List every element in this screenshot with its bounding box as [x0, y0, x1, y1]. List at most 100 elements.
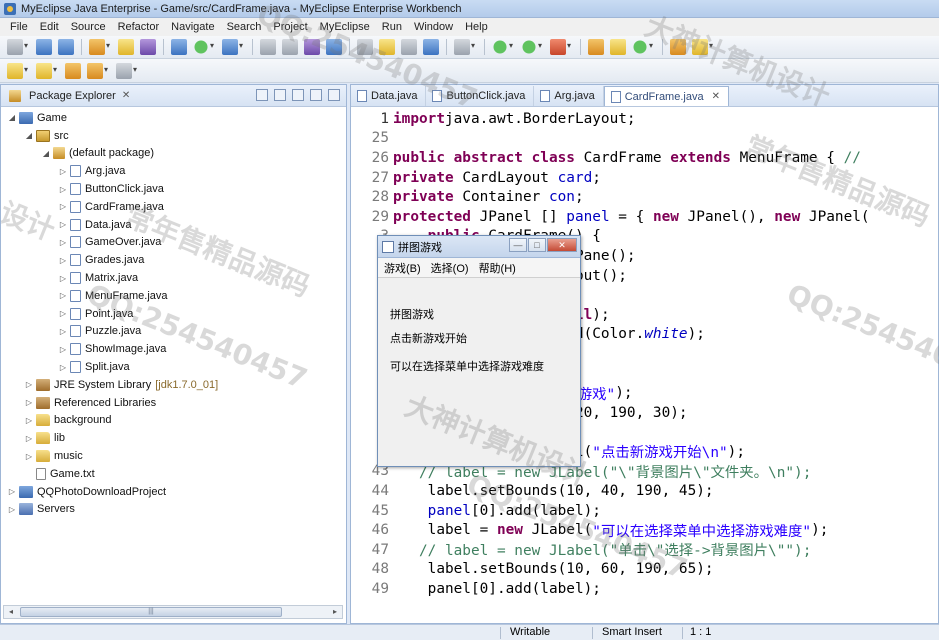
- tree-item[interactable]: Game.txt: [1, 465, 346, 483]
- tree-item[interactable]: ▷ Data.java: [1, 216, 346, 234]
- collapsed-arrow-icon[interactable]: ▷: [58, 238, 68, 247]
- tree-item[interactable]: ◢ (default package): [1, 145, 346, 163]
- menu-select[interactable]: 选择(O): [431, 260, 469, 276]
- collapsed-arrow-icon[interactable]: ▷: [24, 416, 34, 425]
- tree-item[interactable]: ▷ Matrix.java: [1, 269, 346, 287]
- run-dropdown-icon[interactable]: [538, 39, 544, 55]
- pen-dropdown-icon[interactable]: [709, 39, 715, 55]
- tree-item[interactable]: ▷ Referenced Libraries: [1, 394, 346, 412]
- menu-project[interactable]: Project: [267, 21, 313, 33]
- menu-myeclipse[interactable]: MyEclipse: [314, 21, 376, 33]
- tree-item[interactable]: ▷ Split.java: [1, 358, 346, 376]
- tree-item[interactable]: ▷ background: [1, 412, 346, 430]
- tree-item[interactable]: ▷ Grades.java: [1, 251, 346, 269]
- xml-icon[interactable]: [304, 39, 320, 55]
- new-dropdown-icon[interactable]: [24, 39, 30, 55]
- last-edit-icon[interactable]: [65, 62, 81, 79]
- class-icon[interactable]: [401, 39, 417, 55]
- terminal-icon[interactable]: [357, 39, 373, 55]
- tree-item[interactable]: ▷ Arg.java: [1, 162, 346, 180]
- minimize-window-icon[interactable]: —: [509, 238, 527, 252]
- collapsed-arrow-icon[interactable]: ▷: [58, 291, 68, 300]
- tree-item[interactable]: ◢ Game: [1, 109, 346, 127]
- editor-tab[interactable]: Data.java: [351, 86, 427, 106]
- collapsed-arrow-icon[interactable]: ▷: [58, 185, 68, 194]
- editor-tab[interactable]: CardFrame.java ✕: [603, 86, 729, 106]
- collapsed-arrow-icon[interactable]: ▷: [58, 220, 68, 229]
- server-dropdown-icon[interactable]: [106, 39, 112, 55]
- menu-navigate[interactable]: Navigate: [165, 21, 220, 33]
- minimize-icon[interactable]: [310, 89, 322, 101]
- maximize-window-icon[interactable]: □: [528, 238, 546, 252]
- menu-run[interactable]: Run: [376, 21, 408, 33]
- open-perspective-icon[interactable]: [670, 39, 686, 55]
- close-window-icon[interactable]: ✕: [547, 238, 577, 252]
- tree-item[interactable]: ▷ ShowImage.java: [1, 340, 346, 358]
- external-tools-icon[interactable]: [550, 39, 566, 55]
- new-class-icon[interactable]: [632, 39, 648, 55]
- save-all-icon[interactable]: [58, 39, 74, 55]
- collapsed-arrow-icon[interactable]: ▷: [58, 202, 68, 211]
- maximize-icon[interactable]: [328, 89, 340, 101]
- tree-item[interactable]: ▷ CardFrame.java: [1, 198, 346, 216]
- external-dropdown-icon[interactable]: [567, 39, 573, 55]
- db-icon[interactable]: [140, 39, 156, 55]
- new-class-dropdown-icon[interactable]: [649, 39, 655, 55]
- collapsed-arrow-icon[interactable]: ▷: [24, 398, 34, 407]
- package-icon-tb[interactable]: [379, 39, 395, 55]
- menu-search[interactable]: Search: [221, 21, 268, 33]
- prev-annotation-icon[interactable]: [36, 62, 52, 79]
- interface-icon[interactable]: [423, 39, 439, 55]
- web-browser-icon[interactable]: [222, 39, 238, 55]
- menu-window[interactable]: Window: [408, 21, 459, 33]
- new-java-project-icon[interactable]: [588, 39, 604, 55]
- tree-item[interactable]: ◢ src: [1, 127, 346, 145]
- forward-icon[interactable]: [116, 62, 132, 79]
- scrollbar-thumb[interactable]: |||: [20, 607, 282, 617]
- next-annotation-icon[interactable]: [7, 62, 23, 79]
- debug-dropdown-icon[interactable]: [509, 39, 515, 55]
- tree-item[interactable]: ▷ Puzzle.java: [1, 323, 346, 341]
- tree-item[interactable]: ▷ JRE System Library [jdk1.7.0_01]: [1, 376, 346, 394]
- scroll-left-icon[interactable]: ◂: [4, 606, 18, 618]
- menu-help[interactable]: Help: [459, 21, 494, 33]
- browser-dropdown-icon[interactable]: [239, 39, 245, 55]
- horizontal-scrollbar[interactable]: ◂ ||| ▸: [3, 605, 343, 619]
- expanded-arrow-icon[interactable]: ◢: [41, 149, 51, 158]
- forward-dropdown-icon[interactable]: [133, 63, 139, 79]
- screen-icon[interactable]: [454, 39, 470, 55]
- game-window-title-bar[interactable]: 拼图游戏 — □ ✕: [378, 236, 580, 258]
- tree-item[interactable]: ▷ MenuFrame.java: [1, 287, 346, 305]
- scroll-right-icon[interactable]: ▸: [328, 606, 342, 618]
- collapsed-arrow-icon[interactable]: ▷: [58, 363, 68, 372]
- editor-tab[interactable]: Arg.java: [534, 86, 604, 106]
- back-dropdown-icon[interactable]: [104, 63, 110, 79]
- view-menu-icon[interactable]: [292, 89, 304, 101]
- tree-item[interactable]: ▷ Servers: [1, 501, 346, 519]
- open-type-icon[interactable]: [171, 39, 187, 55]
- collapsed-arrow-icon[interactable]: ▷: [58, 327, 68, 336]
- menu-file[interactable]: File: [4, 21, 34, 33]
- collapsed-arrow-icon[interactable]: ▷: [58, 167, 68, 176]
- collapsed-arrow-icon[interactable]: ▷: [7, 487, 17, 496]
- new-icon[interactable]: [7, 39, 23, 55]
- collapsed-arrow-icon[interactable]: ▷: [58, 256, 68, 265]
- launch-dropdown-icon[interactable]: [210, 39, 216, 55]
- pen-icon[interactable]: [692, 39, 708, 55]
- new-package-icon[interactable]: [610, 39, 626, 55]
- collapsed-arrow-icon[interactable]: ▷: [24, 434, 34, 443]
- collapsed-arrow-icon[interactable]: ▷: [58, 345, 68, 354]
- tree-item[interactable]: ▷ QQPhotoDownloadProject: [1, 483, 346, 501]
- next-annotation-dropdown-icon[interactable]: [24, 63, 30, 79]
- expanded-arrow-icon[interactable]: ◢: [7, 113, 17, 122]
- tree-item[interactable]: ▷ ButtonClick.java: [1, 180, 346, 198]
- menu-help-game[interactable]: 帮助(H): [479, 260, 516, 276]
- expanded-arrow-icon[interactable]: ◢: [24, 131, 34, 140]
- back-icon[interactable]: [87, 62, 103, 79]
- globe-icon[interactable]: [326, 39, 342, 55]
- tree-item[interactable]: ▷ music: [1, 447, 346, 465]
- uml-icon[interactable]: [282, 39, 298, 55]
- server-icon[interactable]: [89, 39, 105, 55]
- collapsed-arrow-icon[interactable]: ▷: [24, 380, 34, 389]
- menu-edit[interactable]: Edit: [34, 21, 65, 33]
